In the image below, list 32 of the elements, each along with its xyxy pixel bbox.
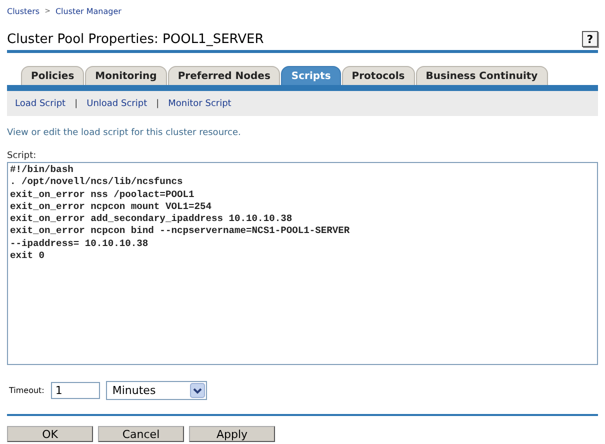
tab[interactable]: Policies bbox=[21, 66, 84, 85]
subnav-link[interactable]: Monitor Script bbox=[168, 98, 232, 108]
timeout-field[interactable]: 1 bbox=[51, 382, 100, 399]
script-line: exit_on_error ncpcon mount VOL1=254 bbox=[10, 200, 213, 214]
timeout-label: Timeout: bbox=[9, 386, 44, 395]
script-line: exit_on_error add_secondary_ipaddress 10.10.10.38 bbox=[10, 213, 294, 226]
tab[interactable]: Scripts bbox=[281, 66, 341, 85]
script-line: . /opt/novell/ncs/lib/ncsfuncs bbox=[10, 176, 184, 189]
script-line: exit_on_error nss /poolact=POOL1 bbox=[10, 188, 196, 201]
script-line: --ipaddress= 10.10.10.38 bbox=[10, 238, 150, 250]
tab[interactable]: Monitoring bbox=[85, 66, 167, 85]
tab[interactable]: Preferred Nodes bbox=[168, 66, 280, 85]
description-text: View or edit the load script for this cluster resource. bbox=[7, 128, 242, 138]
subnav-link[interactable]: Load Script bbox=[15, 98, 66, 108]
action-button[interactable]: OK bbox=[7, 426, 93, 442]
tab[interactable]: Protocols bbox=[342, 66, 415, 85]
script-label: Script: bbox=[7, 151, 38, 161]
breadcrumb-link[interactable]: Cluster Manager bbox=[55, 6, 122, 16]
script-field[interactable] bbox=[7, 162, 598, 365]
breadcrumb-link[interactable]: Clusters bbox=[7, 6, 40, 16]
unit-dropdown[interactable]: Minutes bbox=[106, 381, 208, 400]
link-separator: | bbox=[74, 98, 78, 108]
tab[interactable]: Business Continuity bbox=[416, 66, 548, 85]
script-line: #!/bin/bash bbox=[10, 164, 74, 176]
subnav-link[interactable]: Unload Script bbox=[86, 98, 148, 108]
script-line: exit 0 bbox=[10, 250, 46, 262]
action-button[interactable]: Cancel bbox=[98, 426, 184, 442]
page-title: Cluster Pool Properties: POOL1_SERVER bbox=[7, 32, 264, 46]
action-button[interactable]: Apply bbox=[189, 426, 275, 442]
link-separator: | bbox=[156, 98, 160, 108]
script-line: exit_on_error ncpcon bind --ncpservername=NCS1-POOL1-SERVER bbox=[10, 225, 351, 238]
help-button[interactable]: ? bbox=[582, 31, 598, 47]
